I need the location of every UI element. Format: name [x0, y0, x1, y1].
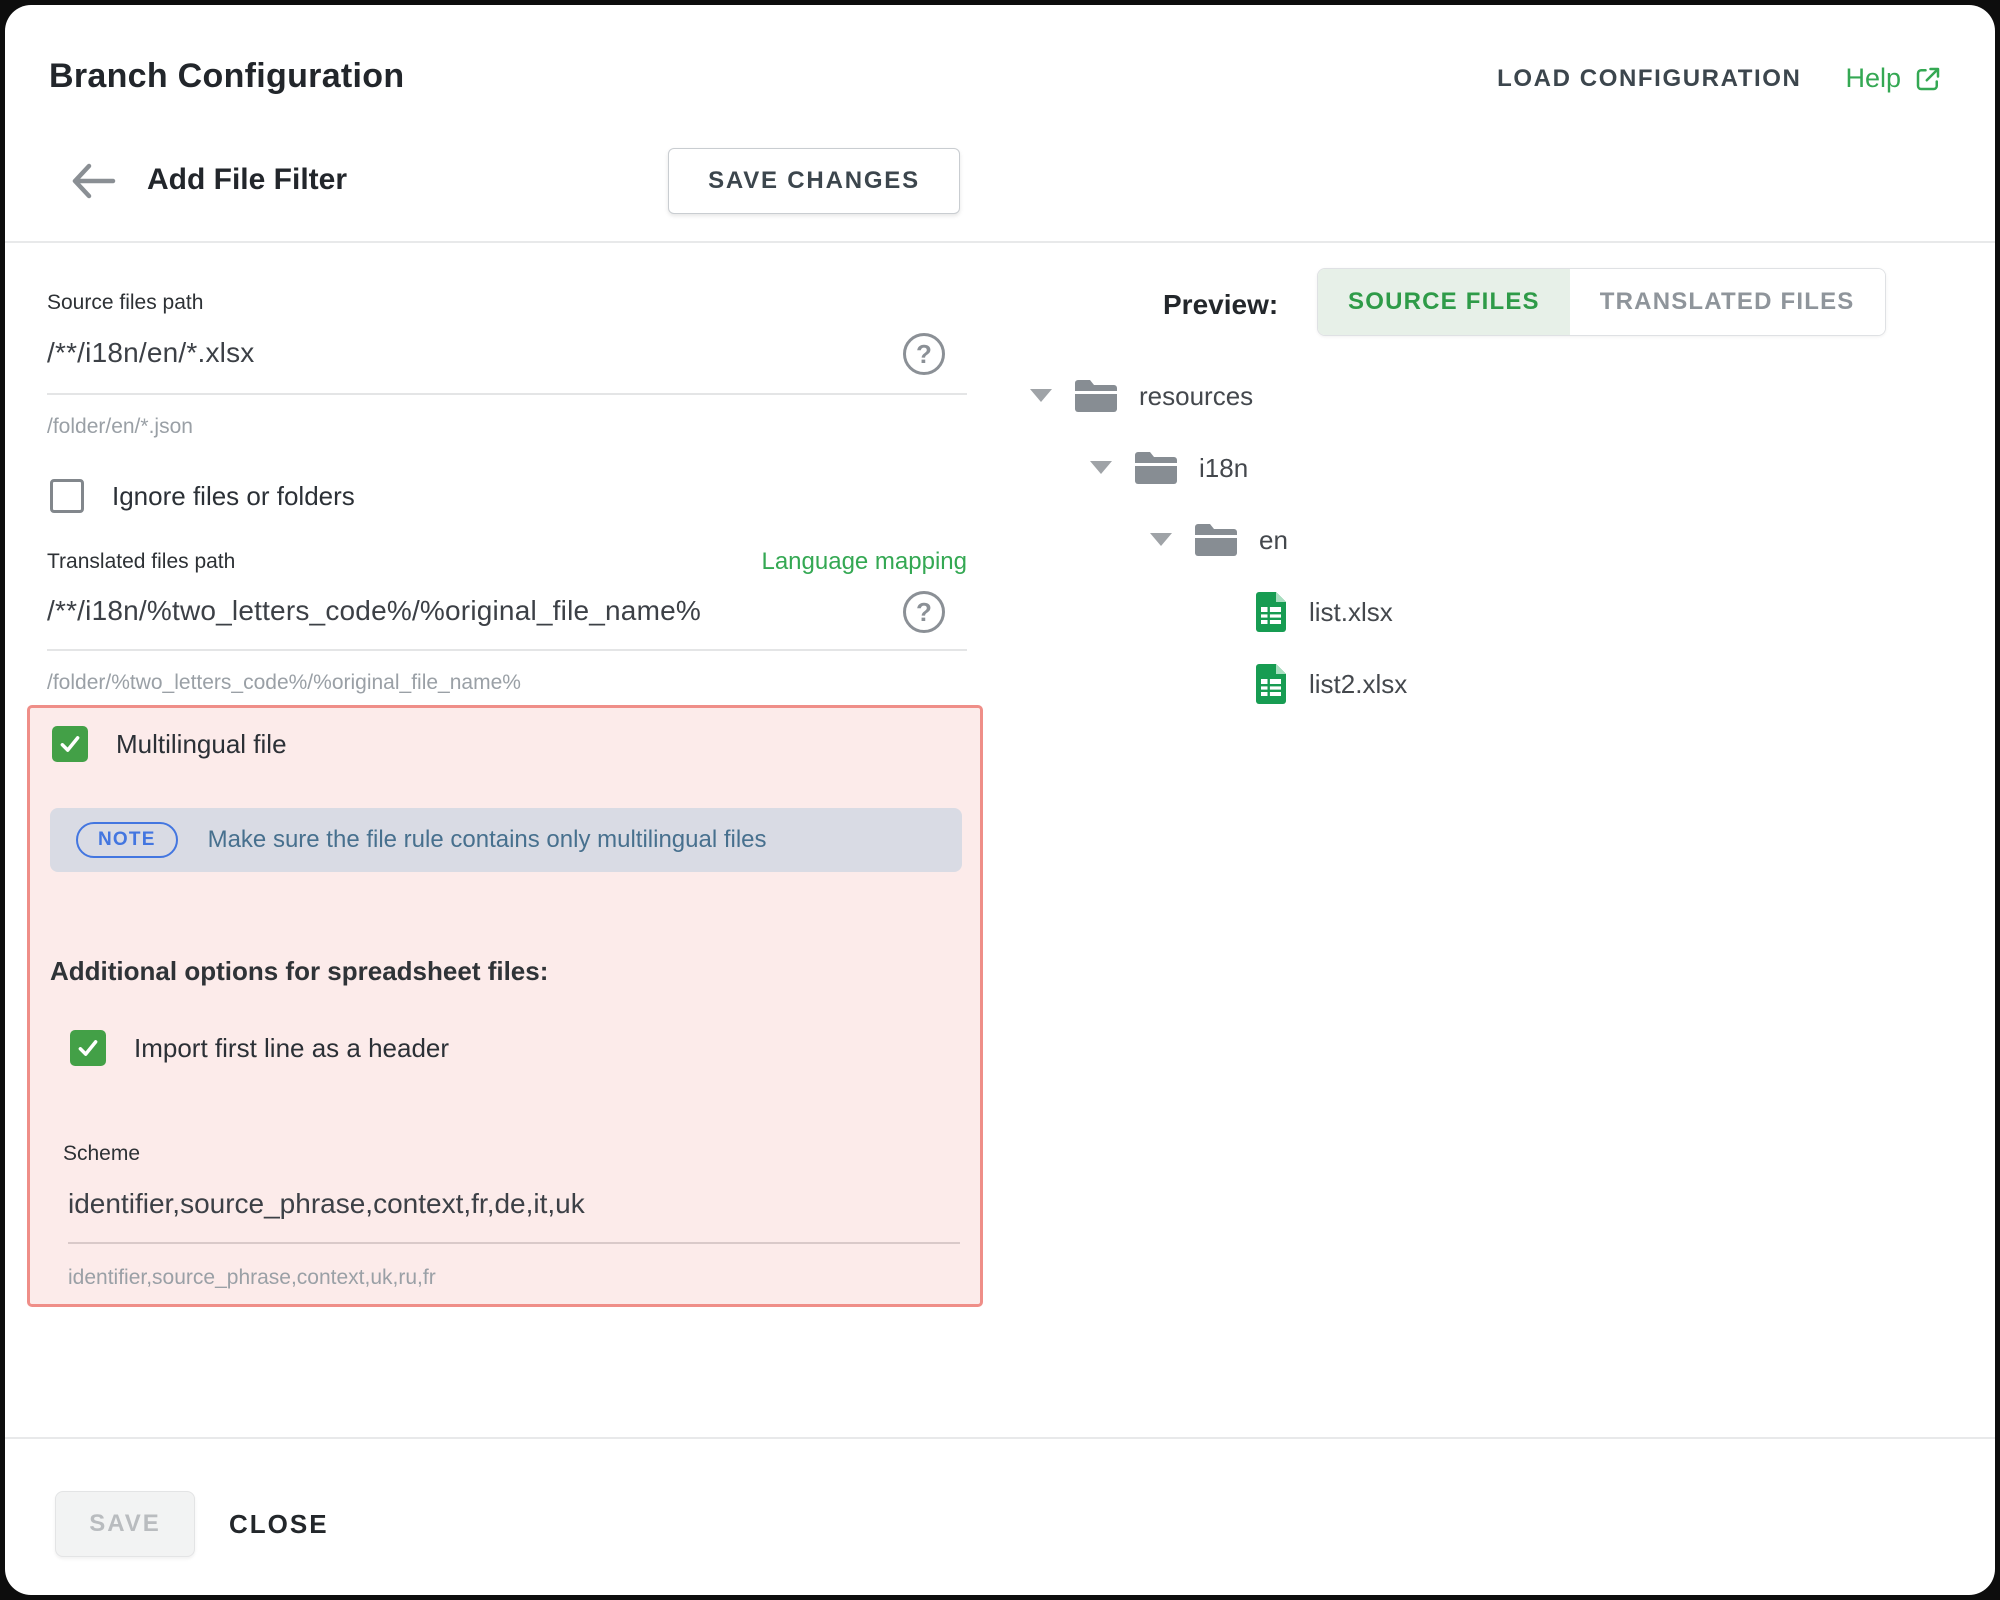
- page-title: Branch Configuration: [49, 57, 404, 96]
- preview-label: Preview:: [1163, 289, 1278, 321]
- preview-toggle-group: SOURCE FILES TRANSLATED FILES: [1317, 268, 1886, 336]
- help-link[interactable]: Help: [1845, 63, 1943, 94]
- tree-row-i18n[interactable]: i18n: [1087, 445, 1407, 491]
- subheader-title: Add File Filter: [147, 163, 347, 197]
- tree-label: resources: [1139, 381, 1253, 412]
- source-path-input[interactable]: /**/i18n/en/*.xlsx: [47, 337, 255, 369]
- source-path-help-icon[interactable]: [903, 333, 945, 375]
- help-link-label: Help: [1845, 63, 1901, 94]
- multilingual-highlight-section: Multilingual file NOTE Make sure the fil…: [27, 705, 983, 1307]
- note-badge: NOTE: [76, 822, 178, 858]
- tree-label: list2.xlsx: [1309, 669, 1407, 700]
- spreadsheet-file-icon: [1253, 590, 1289, 634]
- header-divider: [5, 241, 1995, 243]
- load-configuration-button[interactable]: LOAD CONFIGURATION: [1497, 65, 1801, 93]
- checkbox-checked-icon: [70, 1030, 106, 1066]
- tree-row-list-xlsx[interactable]: list.xlsx: [1253, 589, 1407, 635]
- caret-down-icon[interactable]: [1147, 530, 1193, 550]
- source-path-underline: [47, 393, 967, 395]
- source-path-label: Source files path: [47, 291, 203, 315]
- translated-path-input[interactable]: /**/i18n/%two_letters_code%/%original_fi…: [47, 595, 701, 627]
- arrow-left-icon: [67, 161, 117, 201]
- caret-down-icon[interactable]: [1027, 386, 1073, 406]
- translated-path-underline: [47, 649, 967, 651]
- tree-label: i18n: [1199, 453, 1248, 484]
- branch-configuration-dialog: Branch Configuration LOAD CONFIGURATION …: [5, 5, 1995, 1595]
- translated-path-label: Translated files path: [47, 550, 235, 574]
- back-button[interactable]: [67, 161, 117, 201]
- checkbox-unchecked-icon: [50, 479, 84, 513]
- tab-translated-files[interactable]: TRANSLATED FILES: [1570, 269, 1885, 335]
- external-link-icon: [1913, 64, 1943, 94]
- ignore-files-checkbox[interactable]: Ignore files or folders: [50, 479, 355, 513]
- header-actions: LOAD CONFIGURATION Help: [1497, 63, 1943, 94]
- translated-path-help-icon[interactable]: [903, 591, 945, 633]
- multilingual-checkbox[interactable]: Multilingual file: [52, 726, 287, 762]
- import-first-line-label: Import first line as a header: [134, 1033, 449, 1064]
- tree-row-en[interactable]: en: [1147, 517, 1407, 563]
- close-button[interactable]: CLOSE: [229, 1509, 329, 1540]
- note-text: Make sure the file rule contains only mu…: [208, 826, 767, 854]
- source-path-helper: /folder/en/*.json: [47, 415, 193, 439]
- folder-icon: [1133, 449, 1179, 487]
- language-mapping-link[interactable]: Language mapping: [745, 548, 967, 576]
- multilingual-label: Multilingual file: [116, 729, 287, 760]
- scheme-helper: identifier,source_phrase,context,uk,ru,f…: [68, 1266, 436, 1290]
- ignore-files-label: Ignore files or folders: [112, 481, 355, 512]
- save-changes-button[interactable]: SAVE CHANGES: [668, 148, 960, 214]
- tree-row-list2-xlsx[interactable]: list2.xlsx: [1253, 661, 1407, 707]
- tree-label: list.xlsx: [1309, 597, 1393, 628]
- caret-down-icon[interactable]: [1087, 458, 1133, 478]
- spreadsheet-file-icon: [1253, 662, 1289, 706]
- tree-label: en: [1259, 525, 1288, 556]
- tree-row-resources[interactable]: resources: [1027, 373, 1407, 419]
- translated-path-helper: /folder/%two_letters_code%/%original_fil…: [47, 671, 521, 695]
- scheme-underline: [68, 1242, 960, 1244]
- checkbox-checked-icon: [52, 726, 88, 762]
- folder-icon: [1073, 377, 1119, 415]
- folder-icon: [1193, 521, 1239, 559]
- note-bar: NOTE Make sure the file rule contains on…: [50, 808, 962, 872]
- scheme-label: Scheme: [63, 1142, 140, 1166]
- spreadsheet-options-title: Additional options for spreadsheet files…: [50, 956, 548, 987]
- tab-source-files[interactable]: SOURCE FILES: [1318, 269, 1570, 335]
- scheme-input[interactable]: identifier,source_phrase,context,fr,de,i…: [68, 1188, 585, 1220]
- save-button[interactable]: SAVE: [55, 1491, 195, 1557]
- footer-divider: [5, 1437, 1995, 1439]
- file-tree: resources i18n: [1027, 373, 1407, 733]
- import-first-line-checkbox[interactable]: Import first line as a header: [70, 1030, 449, 1066]
